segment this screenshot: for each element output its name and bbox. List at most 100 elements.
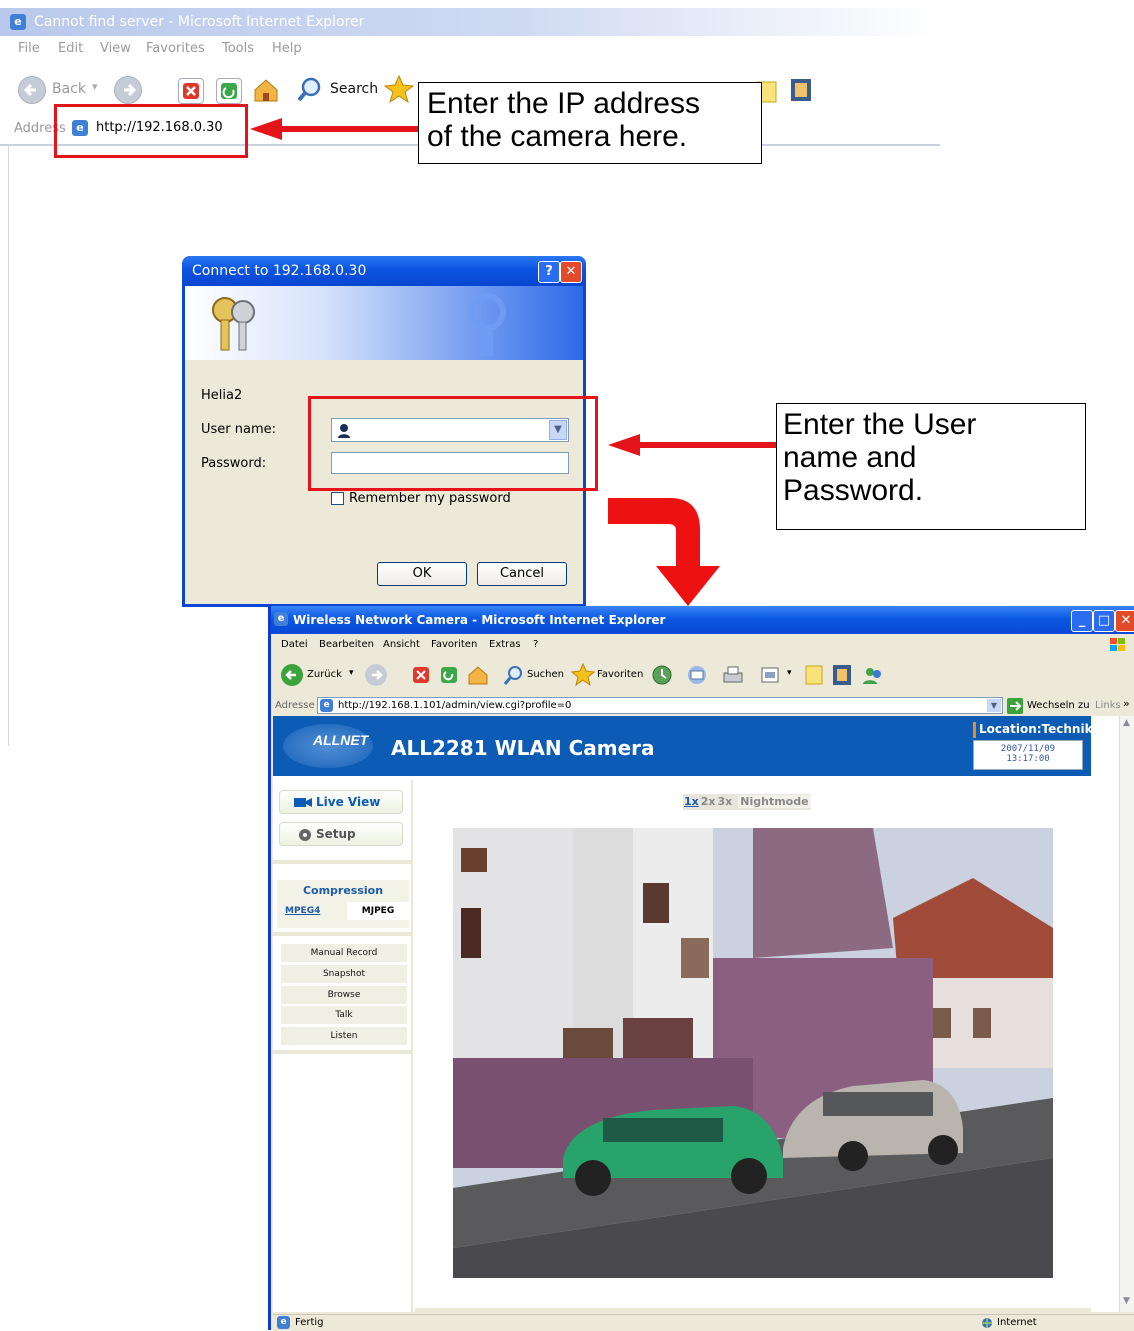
ip-address-callout: Enter the IP address of the camera here. — [418, 82, 762, 164]
camera-web-page: ALLNET ALL2281 WLAN Camera Location:Tech… — [273, 716, 1119, 1312]
camera-page-header: ALLNET ALL2281 WLAN Camera Location:Tech… — [273, 716, 1093, 776]
close-button[interactable]: ✕ — [560, 261, 582, 283]
gear-icon — [299, 829, 311, 841]
star-icon[interactable] — [571, 662, 595, 686]
refresh-button[interactable] — [216, 78, 242, 104]
menu-help[interactable]: ? — [533, 639, 538, 650]
browse-button[interactable]: Browse — [281, 986, 407, 1004]
credentials-callout: Enter the User name and Password. — [776, 403, 1086, 530]
camera-live-image — [453, 828, 1053, 1278]
product-title: ALL2281 WLAN Camera — [391, 736, 655, 760]
windows-logo-icon — [1110, 638, 1125, 651]
maximize-button[interactable]: □ — [1093, 610, 1115, 632]
film-icon[interactable] — [831, 663, 853, 687]
forward-button[interactable] — [114, 76, 142, 104]
nightmode-toggle[interactable]: Nightmode — [738, 795, 811, 808]
listen-button[interactable]: Listen — [281, 1027, 407, 1045]
zoom-1x[interactable]: 1x — [683, 795, 700, 808]
keys-icon — [212, 297, 255, 351]
vertical-scrollbar[interactable]: ▲ ▼ — [1119, 716, 1134, 1312]
mpeg4-option[interactable]: MPEG4 — [285, 906, 320, 916]
edit-icon[interactable] — [759, 664, 781, 686]
print-icon[interactable] — [721, 664, 745, 686]
manual-record-button[interactable]: Manual Record — [281, 944, 407, 962]
date-text: 2007/11/09 — [1000, 744, 1056, 754]
location-label: Location:Technik — [979, 722, 1093, 736]
menu-file[interactable]: File — [18, 41, 40, 56]
forward-arrow-icon — [372, 670, 383, 680]
stop-icon[interactable] — [411, 665, 431, 685]
menu-favoriten[interactable]: Favoriten — [431, 639, 477, 650]
title-bar: e Cannot find server - Microsoft Interne… — [0, 8, 940, 36]
location-accent — [973, 722, 976, 738]
password-label: Password: — [201, 456, 267, 471]
cancel-button[interactable]: Cancel — [477, 562, 567, 586]
chevron-down-icon[interactable]: ▼ — [987, 699, 1001, 712]
zoom-3x[interactable]: 3x — [717, 795, 739, 808]
chevron-down-icon[interactable]: ▾ — [92, 80, 98, 93]
arrow-left-icon — [608, 434, 778, 456]
back-button[interactable] — [18, 76, 46, 104]
scroll-down-icon[interactable]: ▼ — [1123, 1296, 1130, 1306]
links-label[interactable]: Links — [1095, 700, 1121, 711]
menu-ansicht[interactable]: Ansicht — [383, 639, 420, 650]
window-border — [8, 146, 9, 746]
menu-tools[interactable]: Tools — [222, 41, 254, 56]
mail-icon[interactable] — [685, 664, 709, 686]
refresh-icon[interactable] — [439, 665, 459, 685]
zoom-2x[interactable]: 2x — [700, 795, 717, 808]
go-arrow-icon[interactable] — [1007, 698, 1023, 714]
media-button[interactable] — [788, 76, 814, 104]
mjpeg-option[interactable]: MJPEG — [347, 902, 409, 920]
camera-sidebar: Live View Setup Compression MPEG4 MJPEG … — [273, 780, 413, 1312]
menu-help[interactable]: Help — [272, 41, 302, 56]
menu-bearbeiten[interactable]: Bearbeiten — [319, 639, 374, 650]
callout-line: Enter the IP address — [427, 87, 700, 120]
camera-browser-window: e Wireless Network Camera - Microsoft In… — [268, 606, 1134, 1331]
menu-view[interactable]: View — [100, 41, 131, 56]
datetime-box: 2007/11/09 13:17:00 — [973, 740, 1083, 770]
chevron-right-icon[interactable]: » — [1123, 697, 1130, 710]
minimize-button[interactable]: _ — [1071, 610, 1093, 632]
history-icon[interactable] — [651, 664, 673, 686]
talk-button[interactable]: Talk — [281, 1006, 407, 1024]
ok-button[interactable]: OK — [377, 562, 467, 586]
menu-favorites[interactable]: Favorites — [146, 41, 205, 56]
setup-label: Setup — [316, 827, 356, 841]
url-field[interactable]: e http://192.168.1.101/admin/view.cgi?pr… — [317, 697, 1003, 714]
dialog-title-bar: Connect to 192.168.0.30 ? ✕ — [182, 256, 586, 286]
close-button[interactable]: ✕ — [1115, 610, 1134, 632]
note-icon[interactable] — [803, 664, 825, 686]
menu-edit[interactable]: Edit — [58, 41, 83, 56]
address-bar: Adresse e http://192.168.1.101/admin/vie… — [271, 696, 1134, 716]
search-button[interactable] — [296, 76, 324, 104]
setup-button[interactable]: Setup — [279, 822, 403, 846]
scroll-up-icon[interactable]: ▲ — [1123, 718, 1130, 728]
forward-button[interactable] — [365, 664, 387, 686]
search-label: Suchen — [527, 669, 565, 680]
ie-page-icon: e — [277, 1316, 290, 1329]
remember-checkbox[interactable] — [331, 492, 344, 505]
menu-extras[interactable]: Extras — [489, 639, 521, 650]
home-button[interactable] — [252, 76, 280, 104]
back-arrow-icon — [23, 83, 36, 97]
snapshot-button[interactable]: Snapshot — [281, 965, 407, 983]
live-view-button[interactable]: Live View — [279, 790, 403, 814]
search-icon[interactable] — [501, 664, 525, 686]
go-label[interactable]: Wechseln zu — [1027, 700, 1090, 711]
compression-heading: Compression — [302, 884, 384, 897]
back-button[interactable] — [281, 664, 303, 686]
home-icon[interactable] — [467, 664, 489, 686]
status-text: Fertig — [295, 1317, 324, 1328]
callout-line: of the camera here. — [427, 120, 688, 153]
stop-button[interactable] — [178, 78, 204, 104]
chevron-down-icon[interactable]: ▾ — [349, 668, 354, 678]
chevron-down-icon[interactable]: ▾ — [787, 668, 792, 678]
divider — [273, 1050, 413, 1054]
menu-datei[interactable]: Datei — [281, 639, 308, 650]
username-label: User name: — [201, 422, 277, 437]
messenger-icon[interactable] — [861, 664, 885, 686]
help-button[interactable]: ? — [538, 261, 560, 283]
window-title: Wireless Network Camera - Microsoft Inte… — [293, 613, 666, 627]
favorites-button[interactable] — [383, 74, 415, 104]
